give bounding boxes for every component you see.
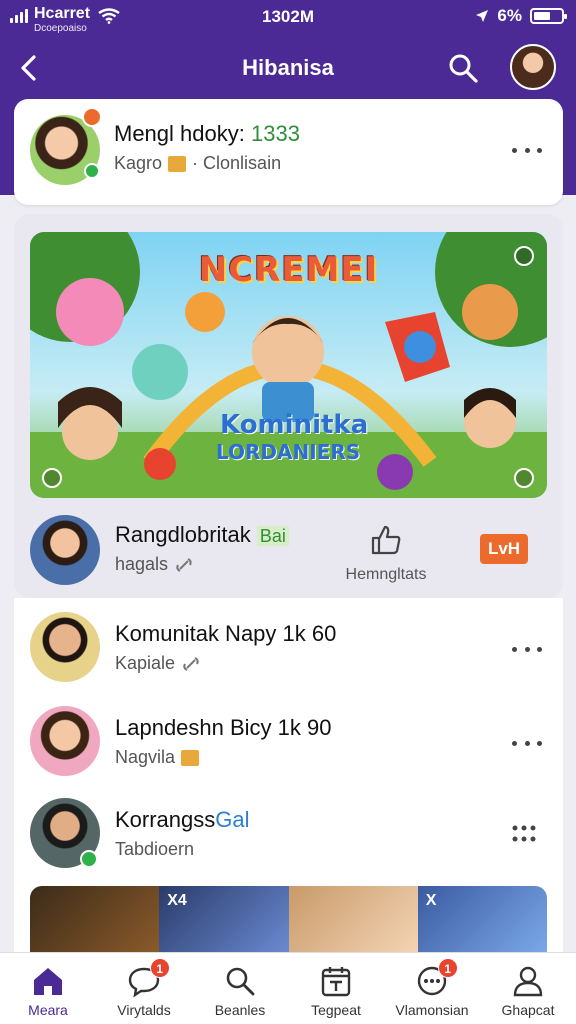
more-options-button[interactable] — [512, 639, 542, 659]
list-item-subline: Nagvila — [115, 747, 200, 768]
tab-label: Ghapcat — [501, 1002, 555, 1018]
avatar[interactable] — [30, 515, 100, 585]
tab-chats[interactable]: 1 Virytalds — [96, 953, 192, 1024]
like-label: Hemngltats — [345, 566, 427, 583]
banner-title: NCREMEI — [198, 250, 379, 290]
list-item-name: KorrangssGal — [115, 807, 250, 833]
notification-badge — [82, 107, 102, 127]
card-sub-left: Kagro — [114, 153, 163, 173]
media-strip[interactable]: X4 X — [30, 886, 547, 952]
tab-profile[interactable]: Ghapcat — [480, 953, 576, 1024]
list-item-sub: Nagvila — [115, 747, 176, 767]
card-name-count: 1333 — [250, 121, 300, 146]
banner-subtitle-2: LORDANIERS — [216, 440, 361, 464]
tab-events[interactable]: Tegpeat — [288, 953, 384, 1024]
tab-label: Virytalds — [117, 1002, 171, 1018]
card-subline: Kagro · Clonlisain — [114, 153, 281, 174]
grid-dots-icon[interactable] — [510, 822, 538, 846]
status-right: 6% — [475, 6, 567, 26]
online-status-icon — [80, 850, 98, 868]
nav-bar: Hibanisa — [0, 40, 576, 96]
featured-banner-image[interactable]: NCREMEI Kominitka LORDANIERS — [30, 232, 547, 498]
top-profile-card[interactable]: Mengl hdoky: 1333 Kagro · Clonlisain — [14, 99, 563, 205]
location-arrow-icon — [476, 10, 489, 22]
featured-subline: hagals — [115, 554, 194, 575]
featured-sub: hagals — [115, 554, 169, 574]
notification-badge: 1 — [149, 958, 170, 978]
battery-icon — [530, 8, 567, 24]
list-item-name: Lapndeshn Bicy 1k 90 — [115, 715, 332, 740]
notification-badge: 1 — [437, 958, 458, 978]
tab-label: Vlamonsian — [395, 1002, 469, 1018]
gift-box-icon — [168, 155, 187, 172]
banner-corner-icon — [42, 468, 62, 488]
list-item-subline: Kapiale — [115, 653, 201, 674]
tab-label: Beanles — [214, 1002, 266, 1018]
tab-home[interactable]: Meara — [0, 953, 96, 1024]
media-thumbnail-label: X4 — [167, 892, 187, 909]
calendar-icon — [321, 967, 351, 997]
featured-name: Rangdlobritak Bai — [115, 522, 289, 548]
page-title: Hibanisa — [242, 55, 334, 80]
tab-label: Tegpeat — [311, 1002, 361, 1018]
thumbs-up-icon — [371, 525, 401, 555]
search-icon[interactable] — [446, 51, 480, 85]
more-options-button[interactable] — [512, 140, 542, 160]
bottom-tab-bar: Meara 1 Virytalds Beanles Tegpeat 1 Vlam… — [0, 952, 576, 1024]
live-badge[interactable]: LvH — [480, 534, 528, 564]
banner-corner-icon — [514, 246, 534, 266]
tab-label: Meara — [28, 1002, 68, 1018]
tab-messages[interactable]: 1 Vlamonsian — [384, 953, 480, 1024]
person-icon — [513, 966, 543, 997]
list-item-sub: Kapiale — [115, 653, 176, 673]
list-item-name-text: Korrangss — [115, 807, 216, 832]
online-status-icon — [84, 163, 100, 179]
battery-percent: 6% — [497, 6, 522, 25]
avatar — [30, 612, 100, 682]
media-thumbnail[interactable] — [30, 886, 160, 952]
list-item-sub: Tabdioern — [115, 839, 195, 859]
profile-avatar[interactable] — [510, 44, 556, 90]
link-icon — [176, 557, 192, 572]
card-sub-right: · Clonlisain — [192, 153, 282, 173]
status-bar: Hcarret Dcoepoaiso 1302M 6% — [0, 0, 576, 36]
home-icon — [34, 968, 62, 995]
gift-box-icon — [181, 749, 200, 766]
media-thumbnail-label: X — [425, 892, 437, 909]
tab-search[interactable]: Beanles — [192, 953, 288, 1024]
featured-name-text: Rangdlobritak — [115, 522, 251, 547]
link-icon — [183, 656, 199, 671]
avatar — [30, 706, 100, 776]
banner-corner-icon — [514, 468, 534, 488]
like-button[interactable]: Hemngltats — [336, 523, 436, 584]
card-name-text: Mengl hdoky: — [114, 121, 245, 146]
media-thumbnail[interactable] — [288, 886, 418, 952]
search-icon — [226, 967, 255, 996]
featured-tag: Bai — [256, 526, 289, 546]
list-item-name: Komunitak Napy 1k 60 — [115, 621, 337, 646]
media-thumbnail[interactable]: X — [417, 886, 547, 952]
card-name: Mengl hdoky: 1333 — [114, 121, 300, 147]
media-thumbnail[interactable]: X4 — [159, 886, 289, 952]
banner-subtitle: Kominitka — [220, 410, 369, 440]
list-item-tag: Gal — [215, 807, 250, 832]
more-options-button[interactable] — [512, 733, 542, 753]
